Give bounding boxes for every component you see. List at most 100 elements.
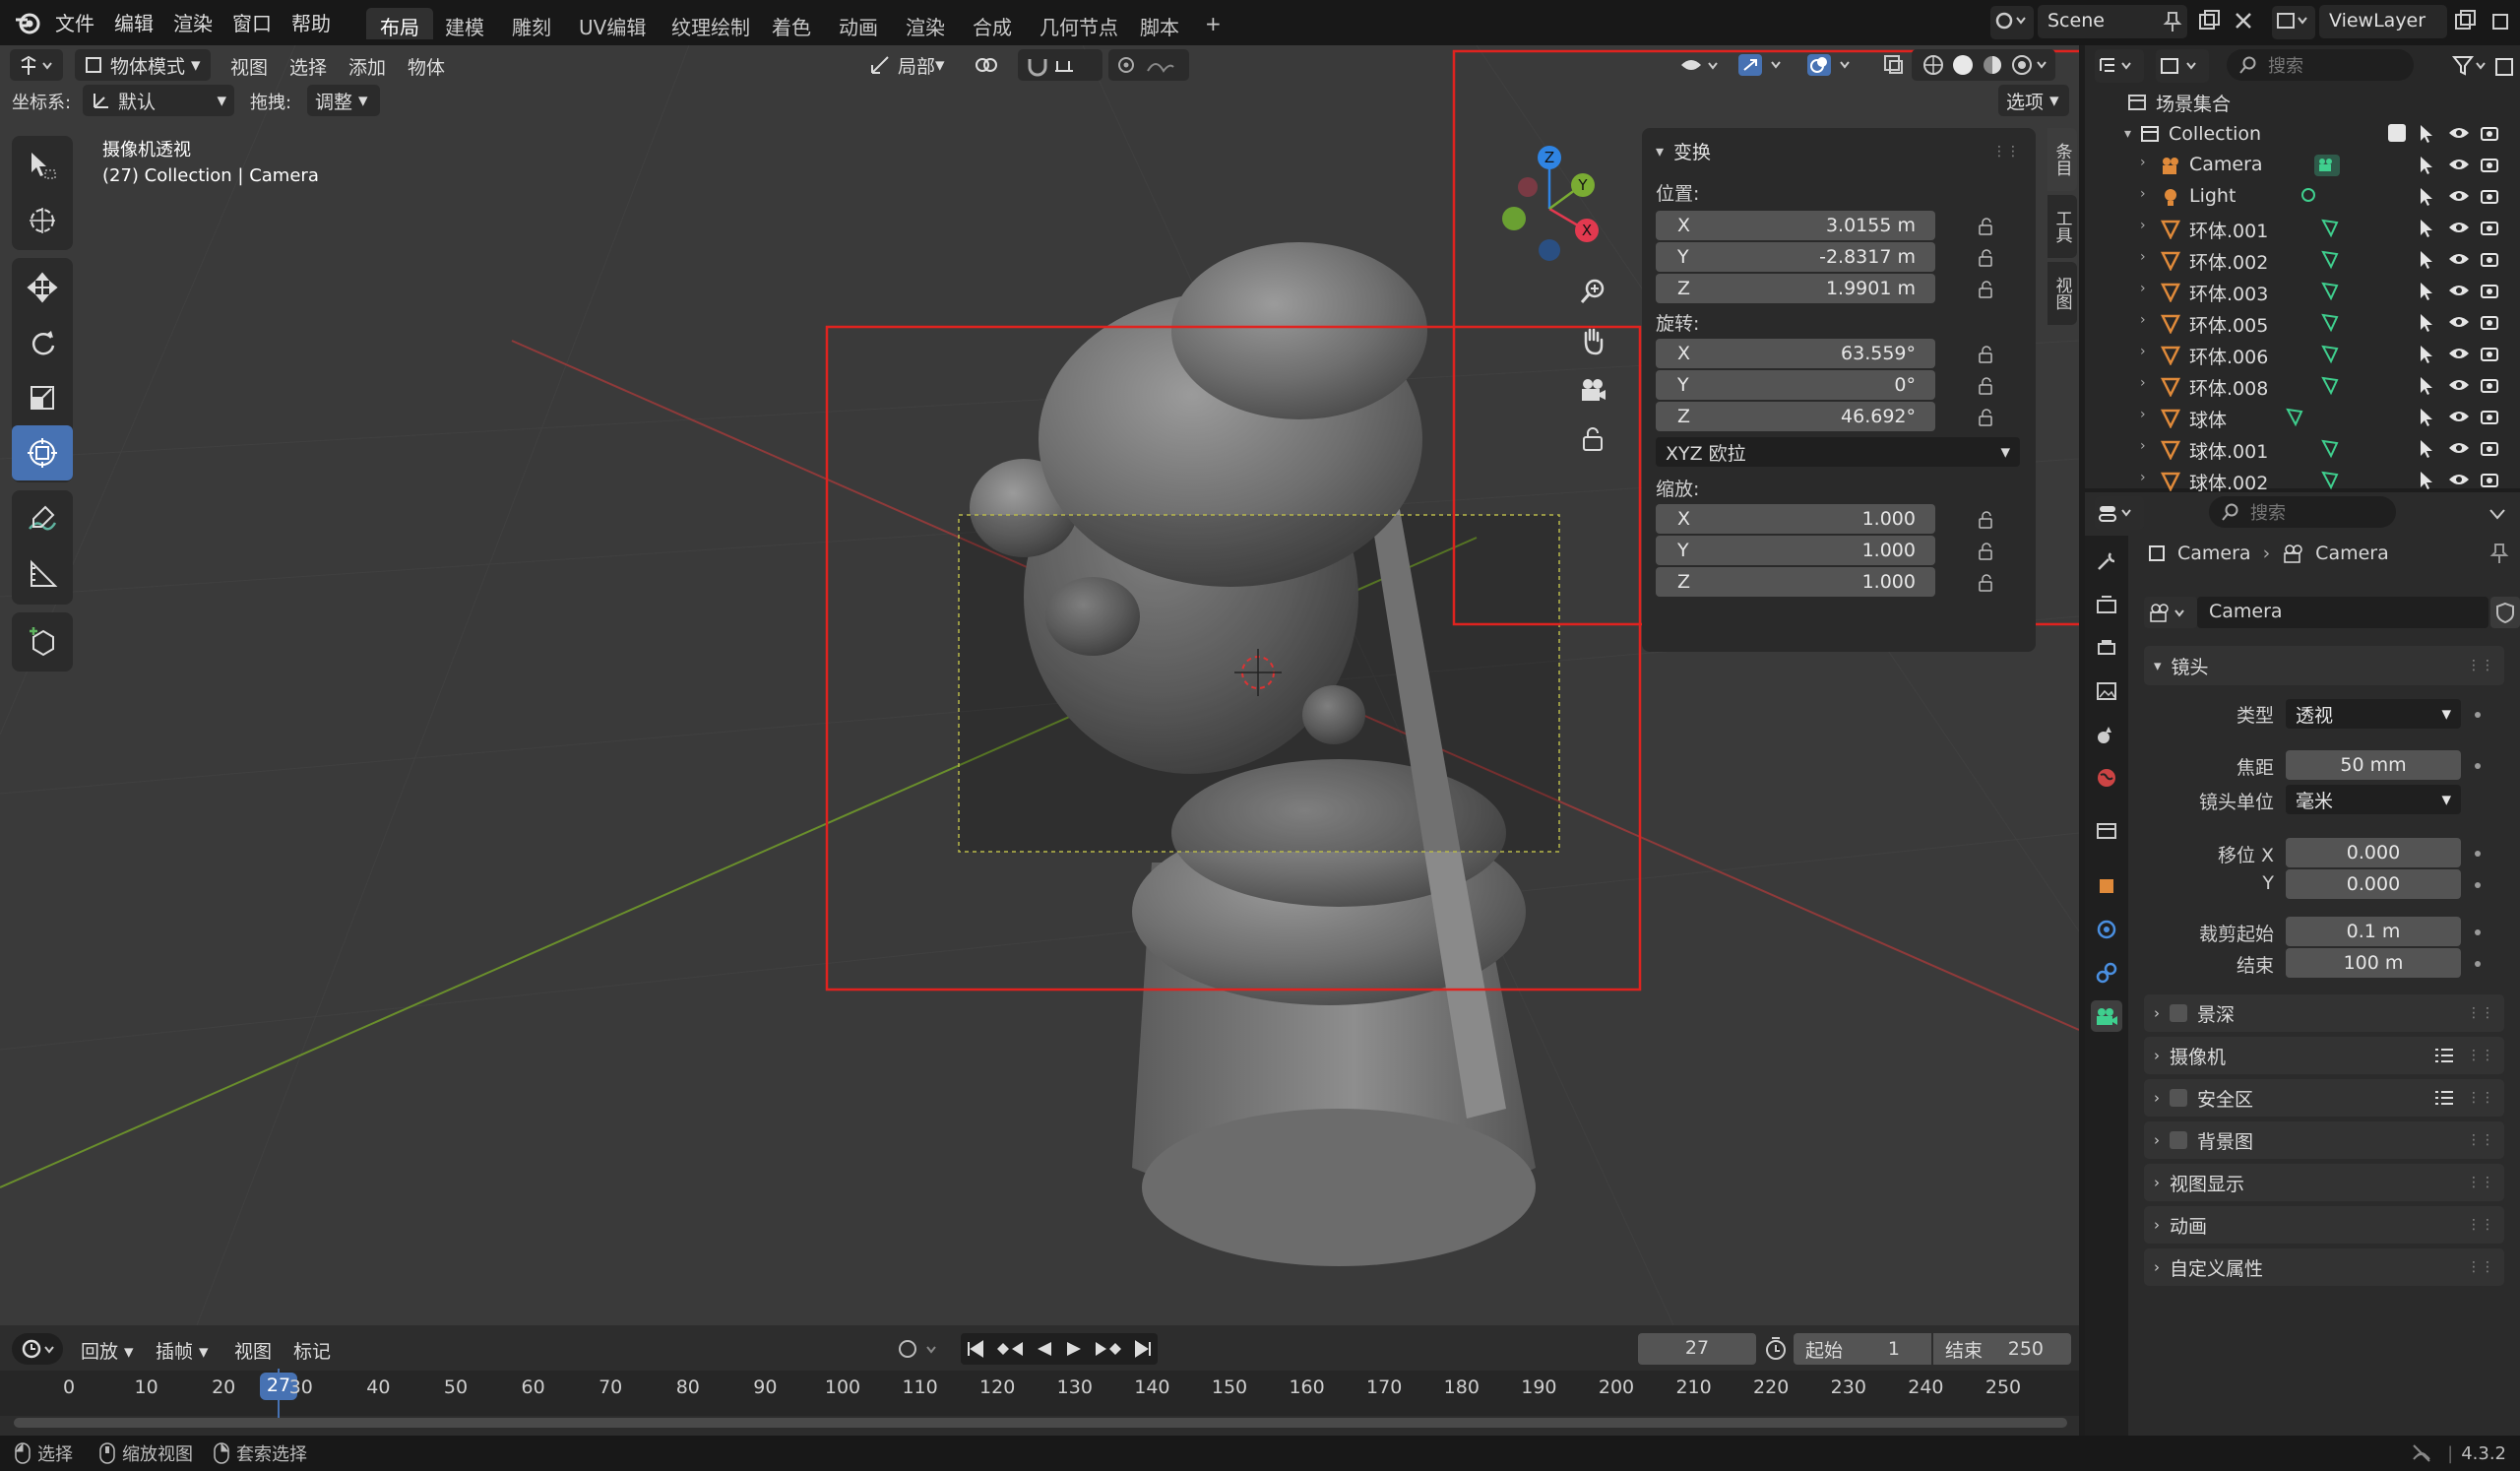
- eye-icon[interactable]: [2447, 374, 2471, 396]
- tab-output[interactable]: [2091, 632, 2122, 664]
- expand-arrow-icon[interactable]: ›: [2140, 438, 2146, 454]
- blender-logo-icon[interactable]: [14, 10, 41, 35]
- location-y-field[interactable]: Y -2.8317 m: [1656, 242, 1935, 272]
- render-camera-icon[interactable]: [2479, 437, 2502, 459]
- location-x-lock-icon[interactable]: [1977, 217, 1996, 236]
- editor-type-button[interactable]: [10, 49, 63, 81]
- properties-options-icon[interactable]: [2487, 504, 2508, 524]
- location-z-field[interactable]: Z 1.9901 m: [1656, 274, 1935, 303]
- viewport-menu-select[interactable]: 选择: [289, 53, 327, 80]
- tab-item[interactable]: 条目: [2048, 128, 2077, 191]
- new-viewlayer-icon[interactable]: [2453, 8, 2479, 33]
- drag-handle-icon[interactable]: ⋮⋮: [2467, 658, 2494, 673]
- outliner-row[interactable]: › 球体: [2085, 402, 2520, 433]
- selectable-arrow-icon[interactable]: [2416, 343, 2437, 364]
- selectable-arrow-icon[interactable]: [2416, 374, 2437, 396]
- keyframe-dot[interactable]: [2475, 763, 2481, 769]
- properties-panel-header[interactable]: › 摄像机 ⋮⋮: [2144, 1037, 2504, 1074]
- rotation-x-field[interactable]: X 63.559°: [1656, 339, 1935, 368]
- location-z-lock-icon[interactable]: [1977, 280, 1996, 299]
- outliner-row[interactable]: › 环体.005: [2085, 307, 2520, 339]
- expand-arrow-icon[interactable]: ›: [2140, 218, 2146, 233]
- pan-view-button[interactable]: [1573, 321, 1612, 360]
- panel-expand-icon[interactable]: ›: [2154, 1004, 2160, 1022]
- panel-enable-checkbox[interactable]: [2170, 1089, 2187, 1107]
- outliner-row[interactable]: › Camera: [2085, 150, 2520, 181]
- cursor-tool[interactable]: [12, 193, 73, 248]
- rotation-y-lock-icon[interactable]: [1977, 376, 1996, 396]
- location-y-lock-icon[interactable]: [1977, 248, 1996, 268]
- tab-constraints[interactable]: [2091, 957, 2122, 989]
- properties-editor-type[interactable]: [2095, 496, 2144, 530]
- scale-z-lock-icon[interactable]: [1977, 573, 1996, 593]
- render-camera-icon[interactable]: [2479, 406, 2502, 427]
- select-tool[interactable]: [12, 138, 73, 193]
- properties-panel-header[interactable]: › 背景图 ⋮⋮: [2144, 1121, 2504, 1159]
- selectable-arrow-icon[interactable]: [2416, 154, 2437, 175]
- eye-icon[interactable]: [2447, 217, 2471, 238]
- panel-expand-icon[interactable]: ›: [2154, 1216, 2160, 1234]
- collection-checkbox[interactable]: [2388, 124, 2406, 142]
- render-camera-icon[interactable]: [2479, 374, 2502, 396]
- eye-icon[interactable]: [2447, 154, 2471, 175]
- eye-icon[interactable]: [2447, 406, 2471, 427]
- stopwatch-icon[interactable]: [1762, 1335, 1790, 1363]
- properties-panel-header[interactable]: › 自定义属性 ⋮⋮: [2144, 1248, 2504, 1286]
- delete-scene-icon[interactable]: [2231, 8, 2256, 33]
- tab-geometry-nodes[interactable]: 几何节点: [1026, 8, 1132, 39]
- expand-arrow-icon[interactable]: ›: [2140, 344, 2146, 359]
- render-camera-icon[interactable]: [2479, 311, 2502, 333]
- selectable-arrow-icon[interactable]: [2416, 437, 2437, 459]
- render-camera-icon[interactable]: [2479, 122, 2502, 144]
- auto-keying-toggle[interactable]: [894, 1333, 949, 1365]
- options-dropdown[interactable]: 选项 ▾: [1998, 85, 2069, 116]
- keyframe-dot[interactable]: [2475, 929, 2481, 935]
- timeline-menu-marker[interactable]: 标记: [293, 1337, 331, 1364]
- viewlayer-name-field[interactable]: ViewLayer: [2319, 5, 2447, 38]
- keyframe-dot[interactable]: [2475, 712, 2481, 718]
- scene-selector-button[interactable]: [1990, 6, 2034, 39]
- panel-expand-icon[interactable]: ›: [2154, 1047, 2160, 1064]
- viewlayer-selector-button[interactable]: [2272, 6, 2315, 39]
- timeline-menu-playback[interactable]: 回放 ▾: [81, 1337, 134, 1364]
- viewport-menu-view[interactable]: 视图: [230, 53, 268, 80]
- expand-arrow-icon[interactable]: ›: [2140, 249, 2146, 265]
- outliner-row-collection[interactable]: ▾ Collection: [2085, 118, 2520, 150]
- proportional-edit-toggle[interactable]: [1108, 49, 1189, 81]
- scale-tool[interactable]: [12, 370, 73, 425]
- properties-panel-header[interactable]: › 动画 ⋮⋮: [2144, 1206, 2504, 1244]
- shift-x-field[interactable]: 0.000: [2286, 838, 2461, 867]
- expand-arrow-icon[interactable]: ›: [2140, 375, 2146, 391]
- jump-start-icon[interactable]: [965, 1338, 986, 1360]
- tab-scene[interactable]: [2091, 719, 2122, 750]
- tab-sculpt[interactable]: 雕刻: [498, 8, 565, 39]
- expand-arrow-icon[interactable]: ›: [2140, 470, 2146, 485]
- preset-list-icon[interactable]: [2433, 1088, 2455, 1108]
- outliner-row[interactable]: › 环体.008: [2085, 370, 2520, 402]
- render-camera-icon[interactable]: [2479, 343, 2502, 364]
- tab-render[interactable]: [2091, 589, 2122, 620]
- camera-datablock-browse[interactable]: [2144, 597, 2197, 628]
- shading-mode-buttons[interactable]: [1912, 49, 2055, 81]
- properties-search-input[interactable]: 搜索: [2209, 496, 2396, 528]
- breadcrumb-object[interactable]: Camera: [2177, 543, 2251, 564]
- 3d-viewport[interactable]: 物体模式 ▾ 视图 选择 添加 物体 局部 ▾ 坐标系: 默认 ▾ 拖拽: 调整…: [0, 45, 2079, 1325]
- drag-handle-icon[interactable]: ⋮⋮: [2467, 1090, 2494, 1106]
- outliner-row[interactable]: › 环体.006: [2085, 339, 2520, 370]
- pin-icon[interactable]: [2162, 10, 2183, 33]
- lock-camera-button[interactable]: [1573, 419, 1612, 459]
- selectable-arrow-icon[interactable]: [2416, 406, 2437, 427]
- eye-icon[interactable]: [2447, 280, 2471, 301]
- tab-world[interactable]: [2091, 762, 2122, 794]
- start-frame-field[interactable]: 起始 1: [1794, 1333, 1931, 1365]
- selectable-arrow-icon[interactable]: [2416, 122, 2437, 144]
- drag-handle-icon[interactable]: ⋮⋮: [2467, 1175, 2494, 1190]
- menu-help[interactable]: 帮助: [291, 8, 331, 36]
- transform-pivot-dropdown[interactable]: 局部 ▾: [860, 49, 953, 81]
- tab-collection[interactable]: [2091, 815, 2122, 847]
- tab-rendering[interactable]: 渲染: [892, 8, 959, 39]
- new-collection-icon[interactable]: [2492, 53, 2518, 79]
- rotation-z-lock-icon[interactable]: [1977, 408, 1996, 427]
- tab-object[interactable]: [2091, 870, 2122, 902]
- drag-handle-icon[interactable]: ⋮⋮: [2467, 1048, 2494, 1063]
